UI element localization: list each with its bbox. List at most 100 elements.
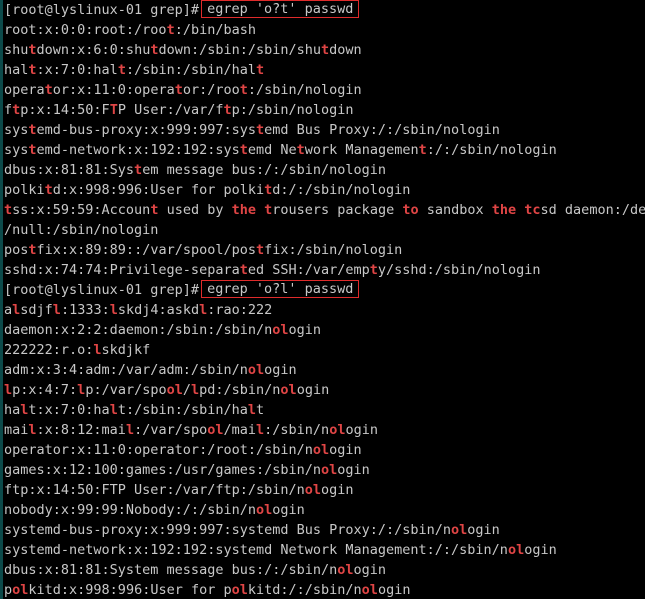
terminal-output-line: /null:/sbin/nologin bbox=[4, 220, 645, 240]
output-text: / bbox=[182, 382, 191, 398]
output-text: t:x:7:0:ha bbox=[28, 402, 110, 418]
output-text: dbus:x:81:81:Sys bbox=[4, 162, 135, 178]
grep-match: t bbox=[296, 142, 305, 158]
output-text: games:x:12:100:games:/usr/games:/sbin/n bbox=[4, 462, 321, 478]
output-text: ogin bbox=[467, 522, 500, 538]
command-input[interactable]: egrep 'o?t' passwd bbox=[201, 0, 360, 18]
grep-match: l bbox=[125, 422, 135, 438]
grep-match: l bbox=[28, 422, 37, 438]
output-text: sys bbox=[4, 142, 29, 158]
output-text: ogin bbox=[264, 362, 297, 378]
grep-match: ol bbox=[329, 422, 346, 438]
output-text: :/:/sbin/nologin bbox=[426, 142, 557, 158]
grep-match: t bbox=[44, 82, 53, 98]
output-text: nobody:x:99:99:Nobody:/:/sbin/n bbox=[4, 502, 256, 518]
output-text: ed SSH:/var/emp bbox=[247, 262, 370, 278]
output-text: mai bbox=[4, 422, 29, 438]
output-text: /null:/sbin/nologin bbox=[4, 222, 159, 238]
shell-prompt: [root@lyslinux-01 grep]# bbox=[4, 2, 200, 18]
grep-match: l bbox=[109, 302, 118, 318]
output-text: polki bbox=[4, 182, 45, 198]
grep-match: t bbox=[321, 42, 330, 58]
grep-match: t bbox=[255, 122, 265, 138]
grep-match: ol bbox=[312, 442, 330, 458]
output-text: kitd:x:998:996:User for p bbox=[28, 582, 232, 598]
grep-match: ol bbox=[272, 322, 289, 338]
output-text: p:/var/spo bbox=[85, 382, 167, 398]
grep-match: t bbox=[28, 142, 37, 158]
command-input[interactable]: egrep 'o?l' passwd bbox=[201, 280, 360, 298]
output-text: t:/sbin:/sbin/ha bbox=[117, 402, 248, 418]
output-text: dbus:x:81:81:System message bus:/:/sbin/… bbox=[4, 562, 338, 578]
grep-match: t bbox=[28, 42, 37, 58]
grep-match: l bbox=[247, 402, 257, 418]
output-text: root:x:0:0:root:/roo bbox=[4, 22, 167, 38]
output-text: p:x:14:50:F bbox=[20, 102, 110, 118]
grep-match: the bbox=[491, 202, 517, 218]
terminal-output-line: shutdown:x:6:0:shutdown:/sbin:/sbin/shut… bbox=[4, 40, 645, 60]
terminal-output-line: sshd:x:74:74:Privilege-separated SSH:/va… bbox=[4, 260, 645, 280]
output-text: sandbox bbox=[418, 202, 492, 218]
output-text: ogin bbox=[272, 502, 305, 518]
terminal-output-line: tss:x:59:59:Account used by the trousers… bbox=[4, 200, 645, 220]
output-text: work Managemen bbox=[304, 142, 419, 158]
output-text: :/sbin/nologin bbox=[247, 82, 362, 98]
output-text: operator:x:11:0:operator:/root:/sbin/n bbox=[4, 442, 313, 458]
output-text: shu bbox=[4, 42, 29, 58]
grep-match: t bbox=[28, 62, 37, 78]
output-text: em message bus:/:/sbin/nologin bbox=[142, 162, 387, 178]
output-text: kitd:/:/sbin/n bbox=[247, 582, 362, 598]
terminal-output-line: polkitd:x:998:996:User for polkitd:/:/sb… bbox=[4, 580, 645, 599]
grep-match: t bbox=[28, 242, 37, 258]
output-text: /mai bbox=[223, 422, 257, 438]
grep-match: ol bbox=[320, 462, 338, 478]
terminal-output-line: postfix:x:89:89::/var/spool/postfix:/sbi… bbox=[4, 240, 645, 260]
output-text: f bbox=[4, 102, 13, 118]
terminal-output-line: daemon:x:2:2:daemon:/sbin:/sbin/nologin bbox=[4, 320, 645, 340]
output-text: down bbox=[329, 42, 362, 58]
grep-match: t bbox=[239, 262, 248, 278]
output-text: ss:x:59:59:Accoun bbox=[12, 202, 151, 218]
output-text: daemon:x:2:2:daemon:/sbin:/sbin/n bbox=[4, 322, 273, 338]
terminal-window[interactable]: [root@lyslinux-01 grep]# egrep 'o?t' pass… bbox=[0, 0, 645, 599]
output-text: adm:x:3:4:adm:/var/adm:/sbin/n bbox=[4, 362, 248, 378]
grep-match: t bbox=[255, 242, 265, 258]
output-text: :/sbin:/sbin/hal bbox=[125, 62, 256, 78]
output-text: or:x:11:0:opera bbox=[52, 82, 175, 98]
output-text: :rao:222 bbox=[207, 302, 273, 318]
terminal-output-line: operator:x:11:0:operator:/root:/sbin/nol… bbox=[4, 440, 645, 460]
terminal-output-line: operator:x:11:0:operator:/root:/sbin/nol… bbox=[4, 80, 645, 100]
output-text: emd Ne bbox=[247, 142, 297, 158]
shell-prompt: [root@lyslinux-01 grep]# bbox=[4, 282, 200, 298]
terminal-left-edge-rail bbox=[0, 0, 3, 599]
terminal-output-line: nobody:x:99:99:Nobody:/:/sbin/nologin bbox=[4, 500, 645, 520]
grep-match: ol bbox=[451, 522, 468, 538]
terminal-output-line: dbus:x:81:81:System message bus:/:/sbin/… bbox=[4, 560, 645, 580]
output-text: 222222:r.o: bbox=[4, 342, 94, 358]
output-text: hal bbox=[4, 62, 29, 78]
grep-match: l bbox=[93, 342, 102, 358]
terminal-screen-output[interactable]: [root@lyslinux-01 grep]# egrep 'o?t' pass… bbox=[4, 0, 645, 599]
grep-match: t bbox=[44, 182, 53, 198]
grep-match: t bbox=[166, 22, 175, 38]
grep-match: t bbox=[223, 102, 232, 118]
terminal-output-line: systemd-network:x:192:192:systemd Networ… bbox=[4, 540, 645, 560]
grep-match: t bbox=[256, 62, 265, 78]
terminal-output-line: root:x:0:0:root:/root:/bin/bash bbox=[4, 20, 645, 40]
grep-match: l bbox=[256, 422, 265, 438]
grep-match: ol bbox=[337, 562, 354, 578]
output-text: opera bbox=[4, 82, 45, 98]
output-text: P User:/var/f bbox=[117, 102, 224, 118]
grep-match: ol bbox=[255, 502, 273, 518]
output-text: fix:x:89:89::/var/spool/pos bbox=[36, 242, 256, 258]
output-text: systemd-network:x:192:192:systemd Networ… bbox=[4, 542, 403, 558]
output-text: d:/:/sbin/nologin bbox=[272, 182, 411, 198]
output-text: :x:7:0:hal bbox=[36, 62, 118, 78]
output-text: ogin bbox=[329, 442, 362, 458]
output-text: fix:/sbin/nologin bbox=[264, 242, 403, 258]
terminal-output-line: games:x:12:100:games:/usr/games:/sbin/no… bbox=[4, 460, 645, 480]
grep-match: ol bbox=[304, 482, 321, 498]
grep-match: l bbox=[52, 302, 61, 318]
output-text: :/sbin/n bbox=[264, 422, 330, 438]
